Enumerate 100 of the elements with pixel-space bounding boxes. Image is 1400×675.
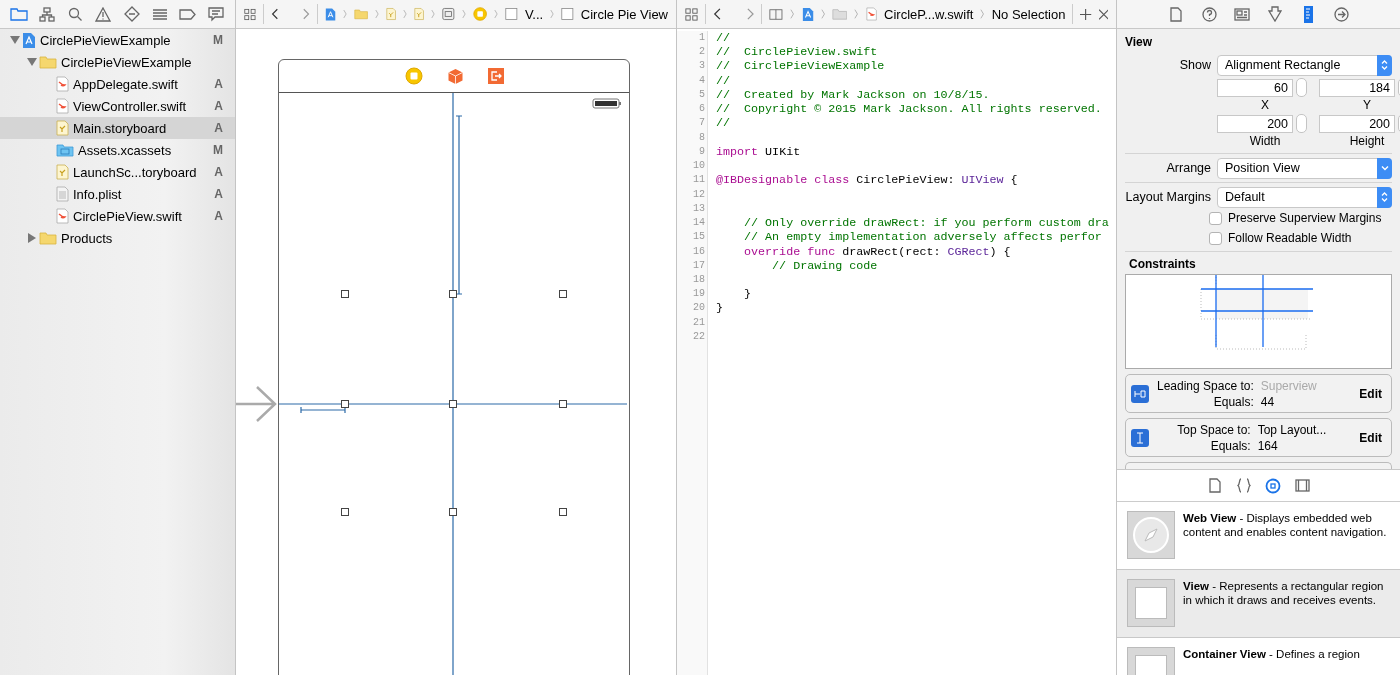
swift-file-icon <box>56 98 69 114</box>
constraint-label: Top Space to: <box>1176 421 1251 438</box>
resize-handle[interactable] <box>559 508 567 516</box>
inspector-tab[interactable] <box>1332 4 1350 24</box>
library-item-description: Container View - Defines a region <box>1183 647 1360 662</box>
forward-icon[interactable] <box>746 7 755 21</box>
field-label: X <box>1261 98 1269 112</box>
jump-bar-item[interactable]: CircleP...w.swift <box>884 6 974 22</box>
file-tree-item[interactable]: ViewController.swift A <box>0 95 235 117</box>
popup-button[interactable]: Position View <box>1217 157 1392 179</box>
close-icon[interactable] <box>1098 8 1108 20</box>
add-icon[interactable] <box>1080 7 1092 21</box>
assets-folder-icon <box>56 143 74 157</box>
resize-handle[interactable] <box>449 290 457 298</box>
file-tree-item[interactable]: CirclePieView.swift A <box>0 205 235 227</box>
file-tree-item[interactable]: Info.plist A <box>0 183 235 205</box>
line-number: 2 <box>698 45 705 60</box>
source-control-status: A <box>214 209 223 223</box>
file-tree-item[interactable]: LaunchSc...toryboard A <box>0 161 235 183</box>
swift-file-icon <box>56 76 69 92</box>
navigator-tab[interactable] <box>206 4 225 24</box>
split-view-icon[interactable] <box>769 7 784 21</box>
file-tree-item[interactable]: Products <box>0 227 235 249</box>
related-items-icon[interactable] <box>685 6 698 22</box>
folder-icon <box>831 7 848 21</box>
number-field[interactable]: 184 <box>1319 78 1395 97</box>
ruler-icon <box>1303 5 1313 23</box>
line-number: 4 <box>698 73 705 88</box>
cube-icon[interactable] <box>446 67 464 85</box>
number-field[interactable]: 60 <box>1217 78 1293 97</box>
shield-icon <box>1268 6 1282 22</box>
constraint-label: Equals: <box>1209 437 1251 454</box>
file-tree-item[interactable]: AppDelegate.swift A <box>0 73 235 95</box>
folder-icon <box>353 7 368 21</box>
section-title: Constraints <box>1129 257 1197 271</box>
expanded-triangle-icon[interactable] <box>27 57 37 67</box>
library-item[interactable]: View - Represents a rectangular region in which it draws and receives events. <box>1117 570 1400 638</box>
line-number: 13 <box>692 201 705 216</box>
file-tree-item[interactable]: Assets.xcassets M <box>0 139 235 161</box>
speech-bubble-icon <box>207 6 224 22</box>
navigator-tab[interactable] <box>38 4 57 24</box>
compass-icon <box>1132 516 1170 554</box>
library-tab[interactable] <box>1206 475 1224 496</box>
resize-handle[interactable] <box>559 400 567 408</box>
chevron-icon <box>431 8 436 20</box>
related-items-icon[interactable] <box>244 6 256 22</box>
edit-button[interactable]: Edit <box>1359 430 1382 445</box>
code-line: // An empty implementation adversely affects perfor <box>743 230 1103 245</box>
back-icon[interactable] <box>270 7 278 21</box>
navigator-tab[interactable] <box>122 4 141 24</box>
document-icon <box>1209 478 1221 493</box>
resize-handle[interactable] <box>449 508 457 516</box>
line-number: 22 <box>692 329 705 344</box>
chevron-icon <box>550 8 555 20</box>
resize-handle[interactable] <box>341 508 349 516</box>
popup-button[interactable]: Alignment Rectangle <box>1217 54 1392 76</box>
number-field[interactable]: 200 <box>1319 114 1395 133</box>
source-control-status: A <box>214 77 223 91</box>
checkbox-option[interactable]: Preserve Superview Margins <box>1209 208 1392 228</box>
checkbox-option[interactable]: Follow Readable Width <box>1209 228 1392 248</box>
checkbox[interactable] <box>1209 231 1222 245</box>
line-number: 14 <box>692 216 705 231</box>
resize-handle[interactable] <box>559 290 567 298</box>
expanded-triangle-icon[interactable] <box>10 35 20 45</box>
edit-button[interactable]: Edit <box>1359 386 1382 401</box>
code-line: // Drawing code <box>771 258 879 273</box>
line-number: 12 <box>692 187 705 202</box>
view-icon <box>1135 587 1167 619</box>
view-icon <box>505 6 518 22</box>
breadcrumb-item[interactable]: V... <box>524 6 544 22</box>
breadcrumb-item[interactable]: Circle Pie View <box>580 6 668 22</box>
line-number: 17 <box>692 258 705 273</box>
source-control-status: A <box>214 187 223 201</box>
inspector-tab[interactable] <box>1266 4 1284 24</box>
file-tree-item[interactable]: CirclePieViewExample M <box>0 29 235 51</box>
line-number: 7 <box>698 116 705 131</box>
file-tree-item[interactable]: Main.storyboard A <box>0 117 235 139</box>
inspector-tab[interactable] <box>1200 4 1218 24</box>
number-field[interactable]: 200 <box>1217 114 1293 133</box>
resize-handle[interactable] <box>341 400 349 408</box>
code-line: // <box>715 116 732 131</box>
checkbox[interactable] <box>1209 211 1222 225</box>
resize-handle[interactable] <box>341 290 349 298</box>
library-item-description: Web View - Displays embedded web content and enables content navigation. <box>1183 511 1388 540</box>
line-number: 1 <box>698 31 705 45</box>
exit-icon[interactable] <box>487 68 504 84</box>
scene-icon <box>442 6 456 22</box>
chevron-icon <box>342 8 347 20</box>
resize-handle[interactable] <box>449 400 457 408</box>
file-tree-item[interactable]: CirclePieViewExample <box>0 51 235 73</box>
popup-button[interactable]: Default <box>1217 186 1392 208</box>
storyboard-file-icon <box>56 164 69 180</box>
collapsed-triangle-icon[interactable] <box>27 233 37 243</box>
object-icon <box>1265 477 1281 494</box>
jump-bar-item[interactable]: No Selection <box>991 6 1066 22</box>
back-icon[interactable] <box>712 7 721 21</box>
inspector-tab[interactable] <box>1167 4 1185 24</box>
code-line: override func drawRect(rect: CGRect) { <box>743 244 1012 259</box>
view-icon <box>561 6 574 22</box>
field-label: Layout Margins <box>1125 190 1211 204</box>
